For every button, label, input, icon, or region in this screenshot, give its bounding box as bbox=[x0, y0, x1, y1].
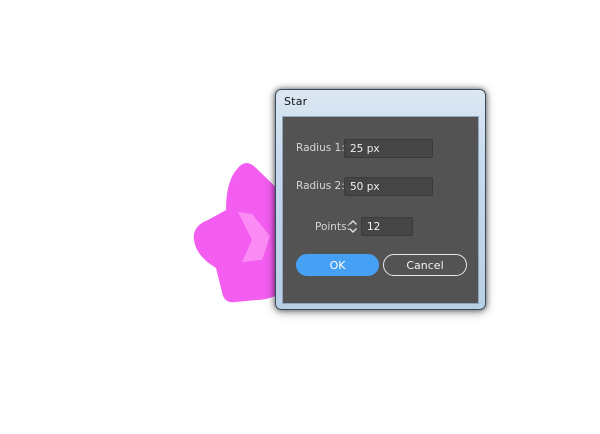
radius1-label: Radius 1: bbox=[296, 142, 345, 154]
points-label: Points: bbox=[315, 221, 351, 233]
radius2-label: Radius 2: bbox=[296, 180, 345, 192]
star-dialog: Star Radius 1: Radius 2: Points: OK Canc… bbox=[275, 89, 486, 310]
radius2-input[interactable] bbox=[344, 177, 433, 196]
pink-star-shape bbox=[193, 163, 283, 303]
points-input[interactable] bbox=[361, 217, 413, 236]
radius1-input[interactable] bbox=[344, 139, 433, 158]
dialog-content: Radius 1: Radius 2: Points: OK Cancel bbox=[282, 116, 479, 304]
cancel-button[interactable]: Cancel bbox=[383, 254, 467, 276]
dialog-title: Star bbox=[284, 95, 308, 108]
points-stepper-icon[interactable] bbox=[347, 217, 359, 236]
dialog-titlebar[interactable]: Star bbox=[276, 90, 485, 114]
ok-button[interactable]: OK bbox=[296, 254, 379, 276]
